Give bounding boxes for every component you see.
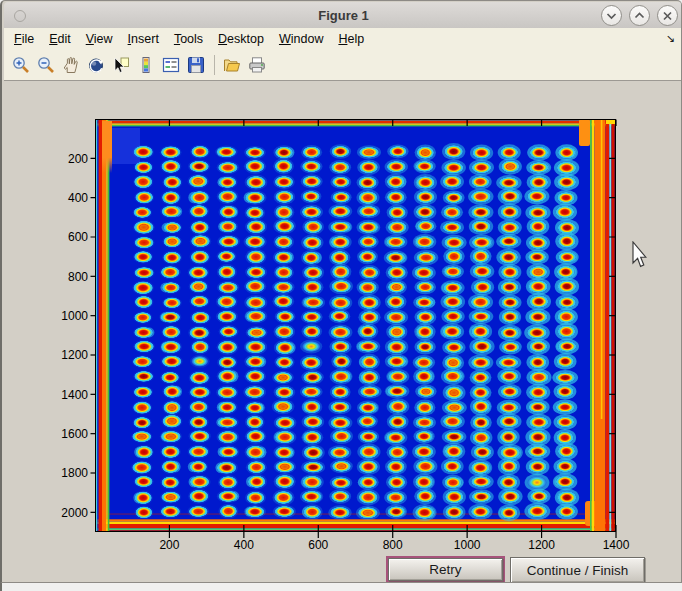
data-cursor-icon[interactable] (110, 54, 132, 76)
figure-window: Figure 1 File Edit View Insert Tools Desktop W… (0, 0, 682, 583)
maximize-button[interactable] (629, 5, 650, 26)
toolbar (4, 50, 682, 81)
y-tick-label: 1200 (61, 348, 88, 362)
continue-finish-button[interactable]: Continue / Finish (510, 557, 645, 583)
menu-insert[interactable]: Insert (128, 32, 159, 46)
menu-view[interactable]: View (86, 32, 113, 46)
x-tick-label: 400 (234, 538, 254, 552)
toolbar-separator (214, 55, 215, 75)
x-tick-label: 200 (159, 538, 179, 552)
menubar: File Edit View Insert Tools Desktop Window Help… (4, 28, 682, 50)
menu-desktop[interactable]: Desktop (218, 32, 264, 46)
y-tick-label: 1400 (61, 388, 88, 402)
insert-colorbar-icon[interactable] (135, 54, 157, 76)
y-tick-label: 200 (68, 152, 88, 166)
minimize-button[interactable] (601, 5, 622, 26)
pan-hand-icon[interactable] (60, 54, 82, 76)
x-tick-label: 800 (383, 538, 403, 552)
menu-help[interactable]: Help (338, 32, 364, 46)
dock-figure-icon[interactable]: ↘ (666, 32, 675, 45)
x-tick-label: 1400 (603, 538, 630, 552)
open-file-icon[interactable] (221, 54, 243, 76)
y-tick-label: 1600 (61, 427, 88, 441)
print-figure-icon[interactable] (246, 54, 268, 76)
menu-window[interactable]: Window (279, 32, 323, 46)
y-tick-label: 1000 (61, 309, 88, 323)
window-menu-icon[interactable] (14, 10, 26, 22)
zoom-out-icon[interactable] (35, 54, 57, 76)
window-left-edge (0, 583, 2, 591)
menu-file[interactable]: File (14, 32, 34, 46)
y-tick-label: 600 (68, 230, 88, 244)
menu-tools[interactable]: Tools (174, 32, 203, 46)
window-buttons (601, 5, 678, 26)
y-tick-label: 800 (68, 270, 88, 284)
save-figure-icon[interactable] (185, 54, 207, 76)
window-title: Figure 1 (318, 8, 369, 23)
menu-edit[interactable]: Edit (49, 32, 71, 46)
x-tick-label: 600 (308, 538, 328, 552)
figure-axes[interactable]: 200 400 600 800 1000 1200 1400 200 400 600 800 1000… (2, 82, 682, 583)
y-tick-label: 2000 (61, 506, 88, 520)
retry-button[interactable]: Retry (388, 558, 503, 581)
rotate-3d-icon[interactable] (85, 54, 107, 76)
titlebar[interactable]: Figure 1 (4, 2, 682, 29)
insert-legend-icon[interactable] (160, 54, 182, 76)
y-tick-label: 1800 (61, 466, 88, 480)
x-tick-label: 1200 (528, 538, 555, 552)
zoom-in-icon[interactable] (10, 54, 32, 76)
x-tick-label: 1000 (454, 538, 481, 552)
close-button[interactable] (657, 5, 678, 26)
y-tick-label: 400 (68, 191, 88, 205)
